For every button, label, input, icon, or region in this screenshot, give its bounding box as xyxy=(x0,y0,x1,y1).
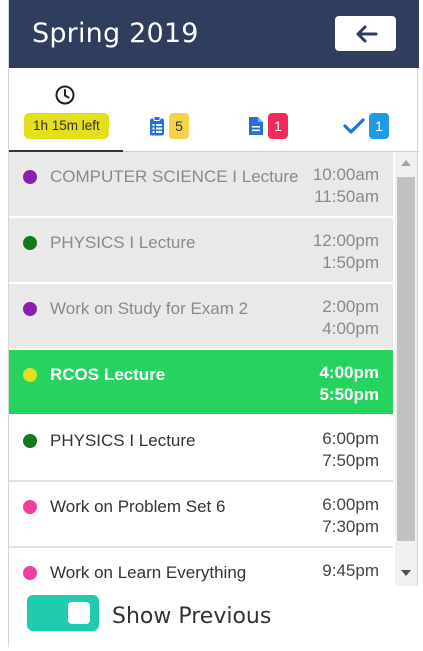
event-color-dot xyxy=(23,368,37,382)
event-start-time: 6:00pm xyxy=(322,429,379,448)
event-end-time: 5:50pm xyxy=(319,385,379,404)
event-end-time: 7:30pm xyxy=(322,517,379,536)
event-color-dot xyxy=(23,566,37,580)
event-row[interactable]: RCOS Lecture 4:00pm 5:50pm xyxy=(9,350,393,416)
event-row[interactable]: PHYSICS I Lecture 12:00pm 1:50pm xyxy=(9,218,393,284)
scroll-up-arrow-icon[interactable] xyxy=(401,160,411,166)
clipboard-list-icon xyxy=(150,116,164,136)
event-name: Work on Study for Exam 2 xyxy=(50,299,249,318)
event-start-time: 12:00pm xyxy=(312,231,379,250)
show-previous-label: Show Previous xyxy=(112,604,272,629)
tab-completed[interactable]: 1 xyxy=(343,113,389,139)
event-color-dot xyxy=(23,434,37,448)
event-list[interactable]: COMPUTER SCIENCE I Lecture 10:00am 11:50am… xyxy=(9,152,393,586)
scrollbar-thumb[interactable] xyxy=(397,177,415,541)
event-color-dot xyxy=(23,302,37,316)
event-end-time: 4:00pm xyxy=(322,319,379,338)
event-start-time: 6:00pm xyxy=(322,495,379,514)
event-start-time: 4:00pm xyxy=(319,363,379,382)
event-time-range: 12:00pm 1:50pm xyxy=(313,230,379,274)
footer-bar: Show Previous xyxy=(9,586,419,647)
event-time-range: 6:00pm 7:30pm xyxy=(322,494,379,538)
document-icon xyxy=(249,117,263,135)
event-name: RCOS Lecture xyxy=(50,365,166,384)
event-start-time: 2:00pm xyxy=(322,297,379,316)
show-previous-toggle[interactable] xyxy=(27,595,99,631)
tab-bar: 1h 15m left 5 1 1 xyxy=(9,68,419,152)
event-color-dot xyxy=(23,500,37,514)
event-row[interactable]: Work on Study for Exam 2 2:00pm 4:00pm xyxy=(9,284,393,350)
event-color-dot xyxy=(23,170,37,184)
event-time-range: 10:00am 11:50am xyxy=(313,164,379,208)
semester-title: Spring 2019 xyxy=(32,18,199,49)
header-bar: Spring 2019 xyxy=(9,0,419,68)
clock-icon xyxy=(55,85,75,105)
tab-assignments[interactable]: 5 xyxy=(149,113,189,139)
schedule-panel: Spring 2019 1h 15m left 5 1 1 COMPUTER S… xyxy=(8,0,419,647)
tab-documents[interactable]: 1 xyxy=(248,113,288,139)
event-row[interactable]: COMPUTER SCIENCE I Lecture 10:00am 11:50am xyxy=(9,152,393,218)
event-start-time: 9:45pm xyxy=(322,561,379,580)
event-time-range: 2:00pm 4:00pm xyxy=(322,296,379,340)
scroll-down-arrow-icon[interactable] xyxy=(401,570,411,576)
time-left-badge: 1h 15m left xyxy=(24,113,109,139)
assignments-count-badge: 5 xyxy=(169,113,189,139)
event-time-range: 4:00pm 5:50pm xyxy=(319,362,379,406)
event-start-time: 10:00am xyxy=(312,165,379,184)
toggle-knob xyxy=(68,602,90,624)
event-row[interactable]: Work on Problem Set 6 6:00pm 7:30pm xyxy=(9,482,393,548)
event-name: PHYSICS I Lecture xyxy=(50,233,196,252)
completed-count-badge: 1 xyxy=(369,113,389,139)
event-end-time: 11:50am xyxy=(314,187,379,206)
event-end-time: 7:50pm xyxy=(322,451,379,470)
event-name: Work on Problem Set 6 xyxy=(50,497,226,516)
scrollbar[interactable] xyxy=(395,152,417,586)
checkmark-icon xyxy=(343,118,365,134)
event-name: PHYSICS I Lecture xyxy=(50,431,196,450)
documents-count-badge: 1 xyxy=(268,113,288,139)
event-end-time: 1:50pm xyxy=(322,253,379,272)
event-time-range: 9:45pm11:45pm xyxy=(314,560,379,586)
event-row[interactable]: Work on Learn Everything 9:45pm11:45pm xyxy=(9,548,393,586)
event-time-range: 6:00pm 7:50pm xyxy=(322,428,379,472)
event-name: Work on Learn Everything xyxy=(50,563,247,582)
event-color-dot xyxy=(23,236,37,250)
back-button[interactable] xyxy=(335,16,396,51)
event-row[interactable]: PHYSICS I Lecture 6:00pm 7:50pm xyxy=(9,416,393,482)
event-name: COMPUTER SCIENCE I Lecture xyxy=(50,167,299,186)
arrow-left-icon xyxy=(356,25,377,42)
tab-time-remaining[interactable]: 1h 15m left xyxy=(9,68,123,152)
